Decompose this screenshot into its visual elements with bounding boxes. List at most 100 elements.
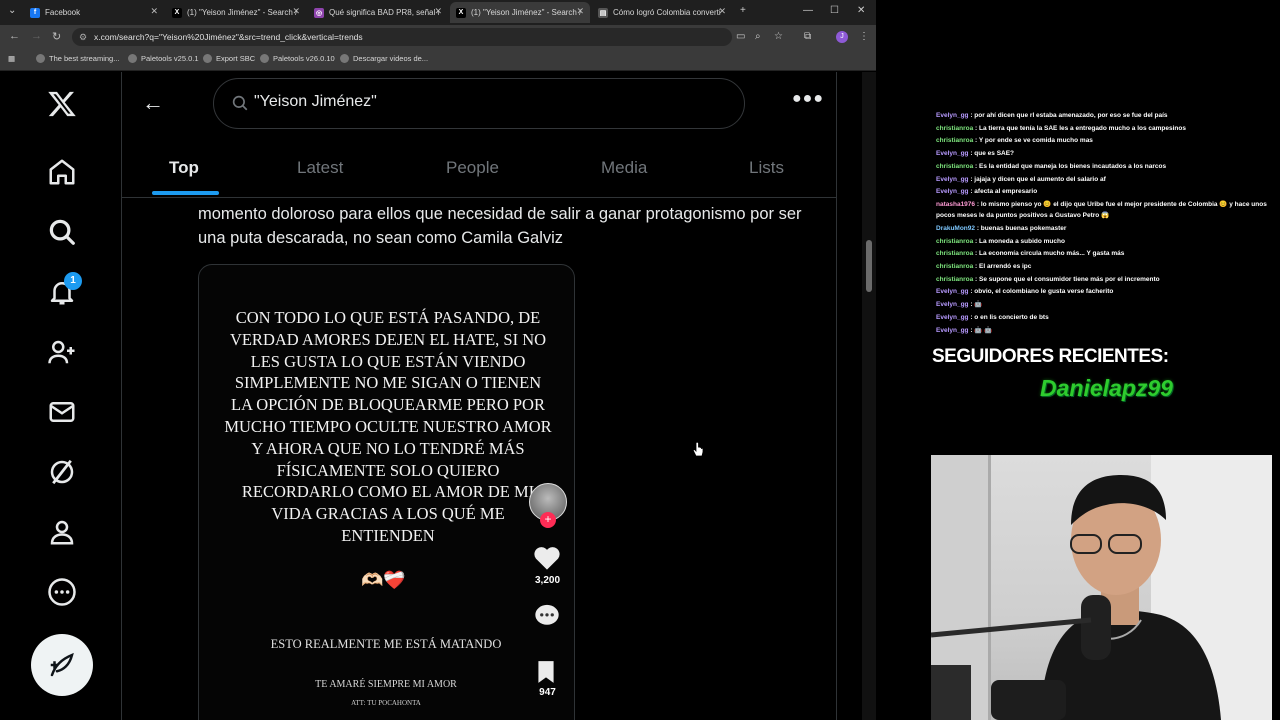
tab-people[interactable]: People — [446, 158, 499, 178]
more-dots-icon[interactable]: ●●● — [792, 90, 824, 108]
address-bar-row: ← → ↻ ⚙ x.com/search?q="Yeison%20Jiménez… — [0, 25, 876, 49]
extensions-icon[interactable]: ⧉ — [804, 31, 811, 42]
browser-tab[interactable]: f Facebook ✕ — [24, 2, 164, 23]
browser-tab[interactable]: X (1) "Yeison Jiménez" - Search / X ✕ — [166, 2, 306, 23]
site-info-icon[interactable]: ⚙ — [79, 28, 87, 46]
chat-username: Evelyn_gg — [936, 288, 969, 296]
chat-username: christianroa — [936, 162, 974, 170]
browser-tab[interactable]: X (1) "Yeison Jiménez" - Search / X ✕ — [450, 2, 590, 23]
chat-message: christianroa : La economía circula mucho… — [936, 248, 1276, 261]
bookmark-item[interactable]: Paletools v25.0.1 — [128, 54, 199, 63]
streamer-figure — [931, 475, 1221, 720]
chat-username: Evelyn_gg — [936, 301, 969, 309]
chat-text: por ahí dicen que rl estaba amenazado, p… — [974, 112, 1168, 119]
search-input[interactable]: "Yeison Jiménez" — [254, 93, 377, 111]
bookmark-item[interactable]: Export SBC — [203, 54, 255, 63]
profile-avatar[interactable]: J — [836, 31, 848, 43]
tab-favicon-icon: ◎ — [314, 7, 324, 18]
tab-favicon-icon: f — [30, 7, 40, 18]
tab-favicon-icon: ▤ — [598, 7, 608, 18]
bookmark-star-icon[interactable]: ☆ — [774, 31, 783, 42]
screen: ⌄ f Facebook ✕ X (1) "Yeison Jiménez" - Sear… — [0, 0, 1280, 720]
explore-search-icon[interactable] — [44, 214, 80, 250]
tab-lists[interactable]: Lists — [749, 158, 784, 178]
bookmark-label: Descargar videos de... — [353, 54, 429, 63]
chat-text: 🤖 🤖 — [974, 326, 993, 334]
bookmark-icon — [538, 661, 554, 683]
tab-favicon-icon: X — [172, 7, 182, 18]
tab-close-icon[interactable]: ✕ — [434, 6, 442, 17]
chat-username: Evelyn_gg — [936, 313, 969, 321]
x-logo-icon[interactable] — [44, 86, 80, 122]
bookmark-item[interactable]: Paletools v26.0.10 — [260, 54, 335, 63]
bookmark-favicon-icon — [36, 54, 45, 63]
cast-icon[interactable]: ▭ — [736, 31, 745, 42]
tab-close-icon[interactable]: ✕ — [718, 6, 726, 17]
chat-text: Se supone que el consumidor tiene más po… — [979, 275, 1160, 283]
browser-window: ⌄ f Facebook ✕ X (1) "Yeison Jiménez" - Sear… — [0, 0, 876, 720]
new-tab-button[interactable]: + — [740, 5, 746, 16]
profile-person-icon[interactable] — [44, 514, 80, 550]
back-arrow-icon[interactable]: ← — [142, 90, 164, 116]
tab-title: Facebook — [45, 8, 81, 17]
media-emoji: 🫶🏻❤️‍🩹 — [361, 570, 406, 590]
chat-message: christianroa : El arrendó es ipc — [936, 261, 1276, 274]
chat-message: christianroa : La moneda a subido mucho — [936, 236, 1276, 249]
tweet-media[interactable]: CON TODO LO QUE ESTÁ PASANDO, DE VERDAD … — [198, 264, 575, 720]
follow-person-plus-icon[interactable] — [44, 334, 80, 370]
apps-icon[interactable]: ▦ — [8, 54, 15, 63]
bookmarks-bar: ▦ The best streaming... Paletools v25.0.1… — [0, 49, 876, 71]
bookmark-favicon-icon — [203, 54, 212, 63]
chat-username: christianroa — [936, 275, 974, 283]
browser-menu-icon[interactable]: ⋮ — [859, 31, 869, 42]
chat-username: Evelyn_gg — [936, 326, 969, 334]
chat-text: afecta al empresario — [974, 188, 1038, 196]
tab-top[interactable]: Top — [169, 158, 199, 178]
tab-close-icon[interactable]: ✕ — [292, 6, 300, 17]
zoom-icon[interactable]: ⌕ — [755, 31, 761, 42]
tab-close-icon[interactable]: ✕ — [150, 6, 158, 17]
tab-search-icon[interactable]: ⌄ — [8, 5, 16, 16]
tab-media[interactable]: Media — [601, 158, 647, 178]
browser-tab[interactable]: ◎ Qué significa BAD PR8, señal q ✕ — [308, 2, 448, 23]
stream-chat: Evelyn_gg : por ahí dicen que rl estaba … — [936, 110, 1276, 337]
chat-text: que es SAE? — [974, 150, 1015, 158]
bookmark-label: Paletools v26.0.10 — [273, 54, 335, 63]
close-window-icon[interactable]: ✕ — [857, 5, 865, 16]
chat-text: Y por ende se ve comida mucho mas — [978, 137, 1093, 145]
messages-envelope-icon[interactable] — [44, 394, 80, 430]
more-options-circle-icon[interactable] — [44, 574, 80, 610]
forward-nav-icon[interactable]: → — [31, 30, 42, 42]
minimize-icon[interactable]: — — [803, 5, 813, 16]
page-scrollbar-track[interactable] — [862, 72, 876, 720]
tab-title: Cómo logró Colombia converti — [613, 8, 721, 17]
bookmark-item[interactable]: The best streaming... — [36, 54, 119, 63]
bookmark-label: Paletools v25.0.1 — [141, 54, 199, 63]
tab-favicon-icon: X — [456, 7, 466, 18]
compose-post-button[interactable] — [31, 634, 93, 696]
back-nav-icon[interactable]: ← — [9, 30, 20, 42]
chat-text: 🤖 — [974, 301, 983, 309]
page-scrollbar-thumb[interactable] — [866, 240, 872, 292]
tab-close-icon[interactable]: ✕ — [576, 6, 584, 17]
hand-cursor-icon — [692, 442, 704, 457]
bookmark-item[interactable]: Descargar videos de... — [340, 54, 428, 63]
chat-text: jajaja y dicen que el aumento del salari… — [974, 175, 1106, 183]
maximize-icon[interactable]: ☐ — [830, 5, 839, 16]
tab-latest[interactable]: Latest — [297, 158, 343, 178]
chat-message: christianroa : Se supone que el consumid… — [936, 274, 1276, 287]
browser-tab[interactable]: ▤ Cómo logró Colombia converti ✕ — [592, 2, 732, 23]
bookmark-label: Export SBC — [216, 54, 256, 63]
media-caption: CON TODO LO QUE ESTÁ PASANDO, DE VERDAD … — [224, 308, 552, 545]
chat-message: Evelyn_gg : o en lis concierto de bts — [936, 312, 1276, 325]
chat-username: DrakuMon92 — [936, 224, 976, 232]
notification-badge: 1 — [64, 272, 82, 290]
reload-icon[interactable]: ↻ — [52, 30, 61, 43]
url-input[interactable]: ⚙ x.com/search?q="Yeison%20Jiménez"&src=… — [72, 28, 732, 46]
home-icon[interactable] — [44, 154, 80, 190]
grok-icon[interactable] — [44, 454, 80, 490]
search-box[interactable]: "Yeison Jiménez" — [213, 78, 745, 129]
follow-plus-icon: + — [540, 512, 556, 528]
x-sidebar: 1 — [0, 72, 112, 720]
search-icon — [232, 95, 248, 111]
